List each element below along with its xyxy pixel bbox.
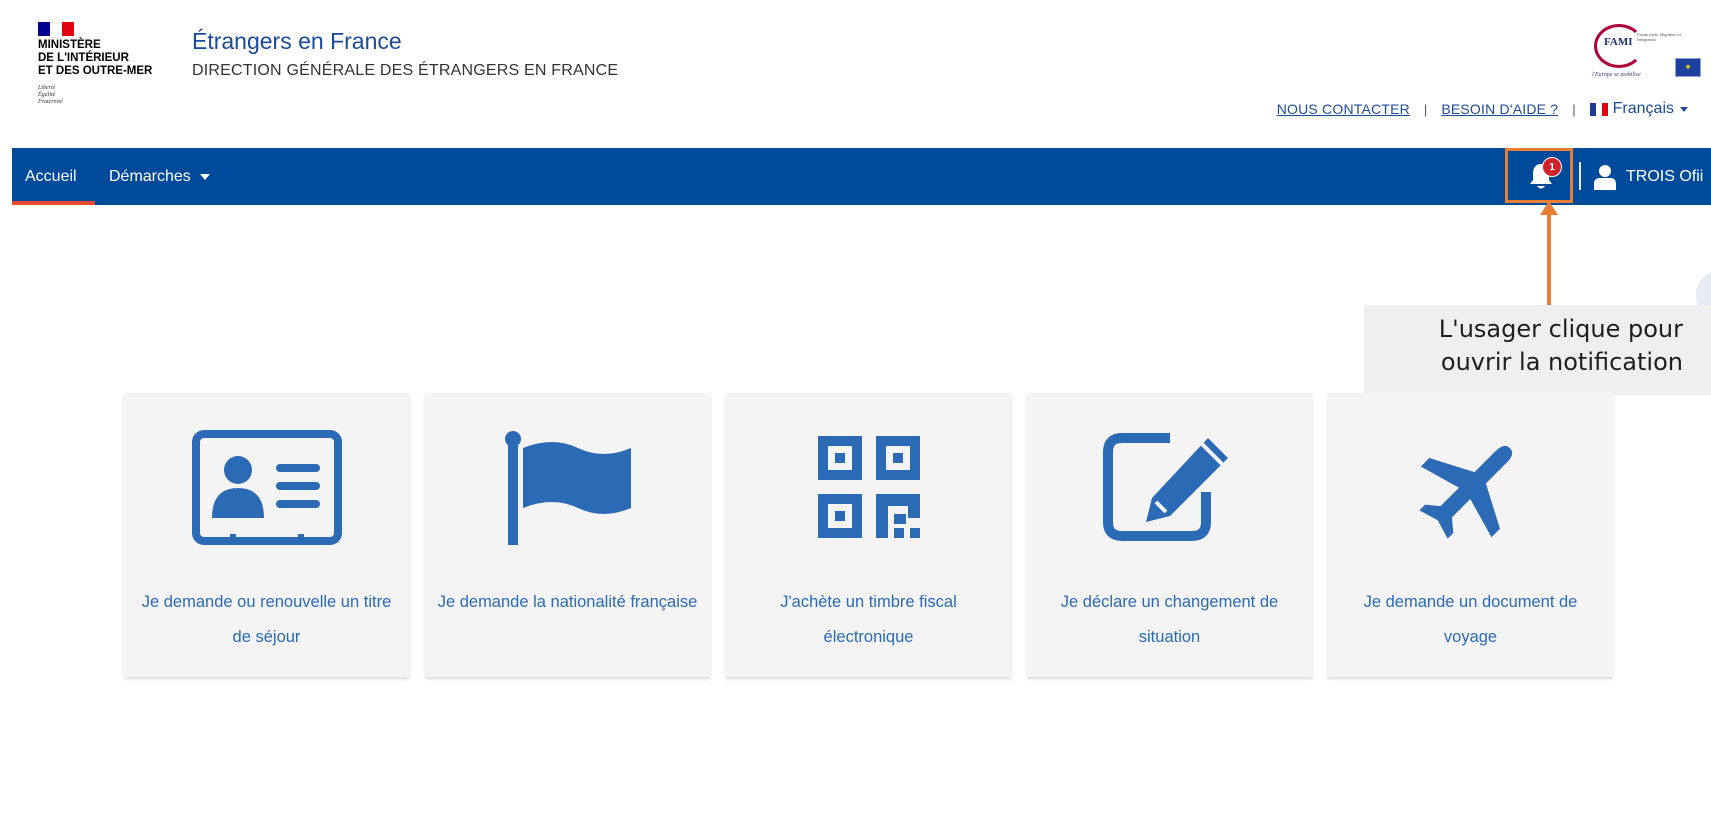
fami-description: Fonds Asile, Migration et Intégration	[1637, 32, 1681, 42]
ministry-name: MINISTÈRE DE L'INTÉRIEUR ET DES OUTRE-ME…	[38, 39, 153, 77]
contact-link[interactable]: NOUS CONTACTER	[1277, 101, 1410, 117]
language-label: Français	[1612, 100, 1674, 117]
id-card-icon	[187, 427, 347, 547]
flag-icon	[488, 427, 648, 547]
card-label: Je déclare un changement de situation	[1060, 593, 1279, 646]
card-tax-stamp[interactable]: J'achète un timbre fiscal électronique	[726, 393, 1011, 677]
language-selector[interactable]: Français	[1589, 100, 1688, 118]
nav-home-label: Accueil	[25, 167, 77, 185]
link-separator: |	[1423, 101, 1428, 117]
chevron-down-icon	[1680, 106, 1688, 112]
link-separator: |	[1572, 101, 1576, 117]
notification-count-badge: 1	[1542, 157, 1562, 177]
nav-procedures-label: Démarches	[109, 167, 191, 185]
site-subtitle: DIRECTION GÉNÉRALE DES ÉTRANGERS EN FRAN…	[192, 62, 619, 79]
fami-name: FAMI	[1604, 36, 1633, 48]
edit-icon	[1090, 427, 1250, 547]
procedure-cards: Je demande ou renouvelle un titre de séj…	[124, 393, 1613, 677]
french-flag-icon	[1589, 102, 1608, 116]
nav-divider	[1579, 162, 1581, 190]
site-title[interactable]: Étrangers en France	[192, 28, 402, 55]
user-name: TROIS Ofii	[1626, 167, 1704, 185]
republic-motto: Liberté Égalité Fraternité	[38, 85, 63, 105]
caret-down-icon	[199, 173, 210, 180]
plane-icon	[1391, 427, 1551, 547]
notification-button[interactable]: 1	[1505, 148, 1573, 203]
card-nationality[interactable]: Je demande la nationalité française	[425, 393, 710, 677]
active-tab-indicator	[12, 201, 95, 205]
annotation-arrow	[1547, 214, 1551, 306]
republique-flag-icon	[38, 22, 74, 38]
ministry-logo[interactable]: MINISTÈRE DE L'INTÉRIEUR ET DES OUTRE-ME…	[38, 22, 178, 117]
card-label: J'achète un timbre fiscal électronique	[780, 593, 957, 646]
card-label: Je demande un document de voyage	[1363, 593, 1578, 646]
fami-logo: FAMI Fonds Asile, Migration et Intégrati…	[1592, 22, 1704, 82]
user-menu[interactable]: TROIS Ofii	[1594, 148, 1703, 205]
annotation-callout: L'usager clique pour ouvrir la notificat…	[1364, 305, 1711, 395]
nav-procedures-dropdown[interactable]: Démarches	[109, 148, 210, 205]
user-icon	[1594, 164, 1616, 190]
page: MINISTÈRE DE L'INTÉRIEUR ET DES OUTRE-ME…	[0, 0, 1711, 839]
fami-tagline: l'Europe se mobilise	[1592, 72, 1641, 78]
card-change-situation[interactable]: Je déclare un changement de situation	[1027, 393, 1312, 677]
card-label: Je demande la nationalité française	[437, 593, 698, 611]
card-travel-document[interactable]: Je demande un document de voyage	[1328, 393, 1613, 677]
nav-home[interactable]: Accueil	[25, 148, 77, 205]
card-residence-permit[interactable]: Je demande ou renouvelle un titre de séj…	[124, 393, 409, 677]
main-navbar: Accueil Démarches	[12, 148, 1711, 205]
annotation-arrow-head	[1540, 201, 1558, 215]
header-links: NOUS CONTACTER | BESOIN D'AIDE ? | Franç…	[1277, 100, 1688, 118]
callout-text: L'usager clique pour ouvrir la notificat…	[1438, 315, 1683, 376]
help-link[interactable]: BESOIN D'AIDE ?	[1441, 101, 1558, 117]
eu-flag-icon: ✦	[1675, 58, 1701, 77]
qr-code-icon	[789, 427, 949, 547]
card-label: Je demande ou renouvelle un titre de séj…	[141, 593, 392, 646]
site-header: MINISTÈRE DE L'INTÉRIEUR ET DES OUTRE-ME…	[0, 0, 1711, 148]
